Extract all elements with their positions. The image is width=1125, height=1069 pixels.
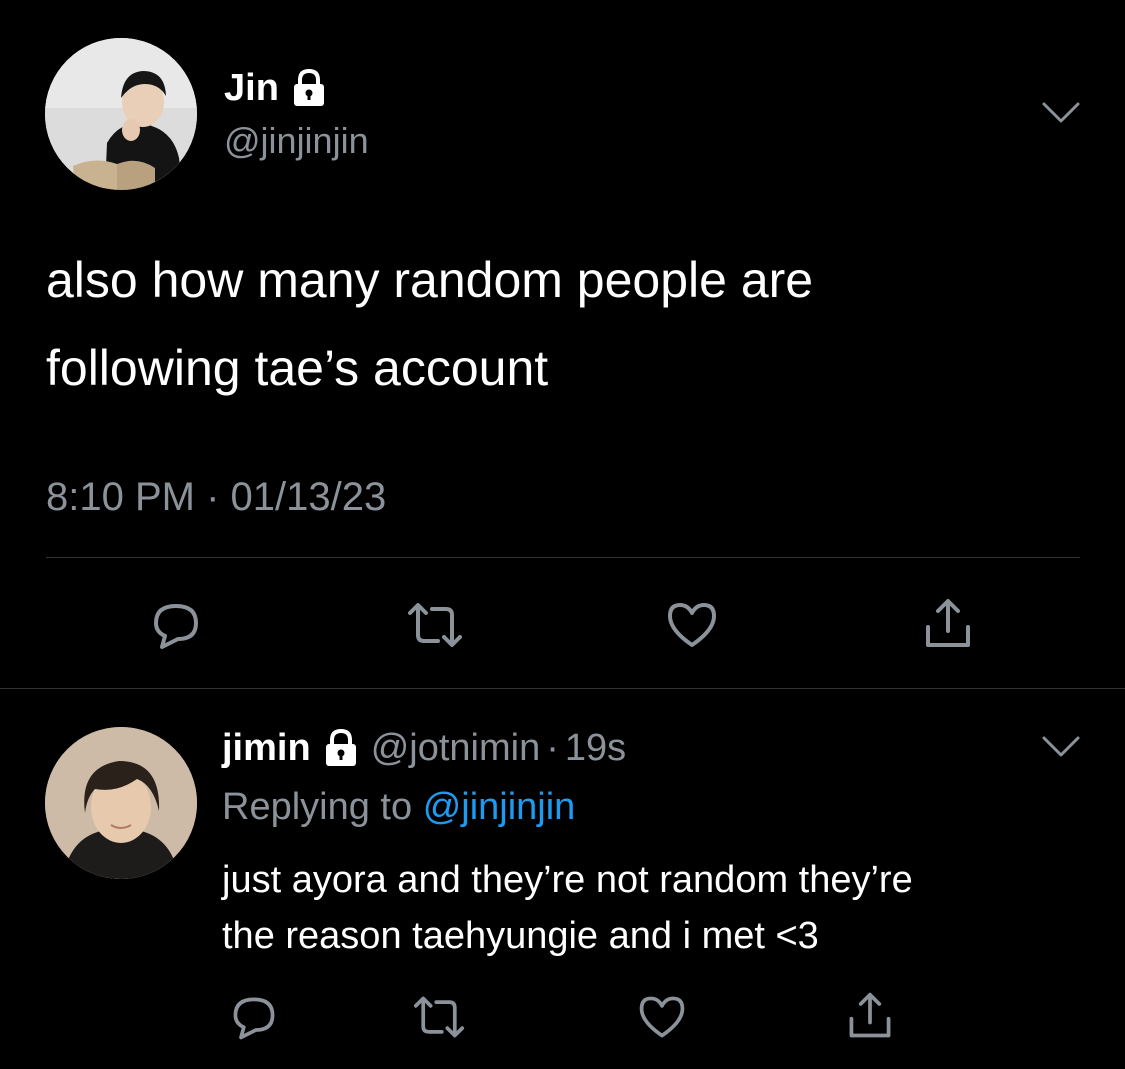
display-name[interactable]: Jin — [224, 64, 327, 112]
share-icon[interactable] — [920, 595, 976, 653]
tweet-text-line: following tae’s account — [46, 340, 549, 396]
reply-icon[interactable] — [148, 597, 204, 653]
replying-to-label: Replying to — [222, 786, 413, 828]
reply-icon[interactable] — [228, 991, 280, 1043]
display-name[interactable]: jimin — [222, 723, 311, 773]
retweet-icon[interactable] — [404, 597, 466, 653]
retweet-icon[interactable] — [410, 991, 468, 1043]
avatar[interactable] — [45, 38, 197, 190]
separator-dot: · — [546, 727, 559, 769]
chevron-down-icon[interactable] — [1041, 100, 1081, 126]
relative-time[interactable]: 19s — [565, 723, 626, 773]
tweet-text-line: also how many random people are — [46, 252, 814, 308]
lock-icon — [325, 728, 356, 766]
avatar[interactable] — [45, 727, 197, 879]
handle[interactable]: @jinjinjin — [224, 118, 369, 164]
avatar-photo — [45, 38, 197, 190]
tweet-text: also how many random people are followin… — [46, 236, 1086, 412]
reply-header: jimin @jotnimin · 19s — [222, 723, 626, 773]
replying-to: Replying to @jinjinjin — [222, 782, 575, 832]
divider — [46, 557, 1080, 558]
lock-icon — [293, 68, 324, 106]
chevron-down-icon[interactable] — [1041, 734, 1081, 760]
avatar-photo — [45, 727, 197, 879]
like-icon[interactable] — [636, 991, 688, 1043]
like-icon[interactable] — [664, 597, 720, 653]
divider — [0, 688, 1125, 689]
replying-to-mention[interactable]: @jinjinjin — [423, 786, 576, 828]
tweet-text: just ayora and they’re not random they’r… — [222, 852, 1102, 964]
timestamp[interactable]: 8:10 PM · 01/13/23 — [46, 472, 386, 522]
tweet-text-line: the reason taehyungie and i met <3 — [222, 915, 819, 957]
handle[interactable]: @jotnimin — [371, 723, 541, 773]
tweet-text-line: just ayora and they’re not random they’r… — [222, 859, 913, 901]
display-name-text: Jin — [224, 67, 279, 109]
share-icon[interactable] — [844, 989, 896, 1043]
